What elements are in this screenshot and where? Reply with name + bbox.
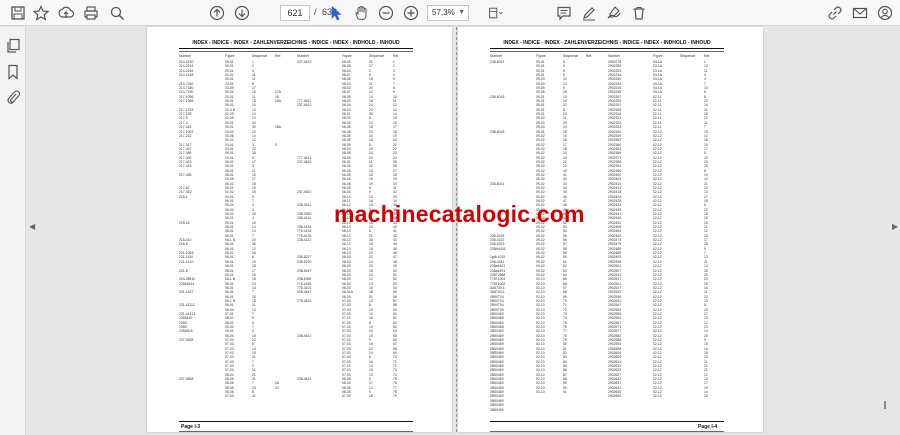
col-header-sequence-2: Sequence xyxy=(369,54,385,58)
page-number-input[interactable]: 621 xyxy=(280,5,310,21)
collapse-left-arrow-icon[interactable]: ◀ xyxy=(29,222,35,231)
col-header-ref: Ref. xyxy=(275,54,282,58)
account-icon[interactable] xyxy=(876,4,894,22)
index-header: INDEX - INDICE - INDEX - ZAHLENVERZEICHN… xyxy=(503,40,711,46)
zoom-in-icon[interactable] xyxy=(402,4,420,22)
col-header-ref: Ref. xyxy=(586,54,593,58)
col-header-figure: Figure xyxy=(536,54,546,58)
index-column-ref-2: 1 10 11 3 4 7 13 6 8 20 14 21 18 22 11 7… xyxy=(704,60,708,399)
zoom-level-value: 57,3% xyxy=(432,8,455,17)
hand-icon[interactable] xyxy=(352,4,370,22)
top-toolbar: 621 / 638 57,3% ▼ xyxy=(0,0,900,26)
email-icon[interactable] xyxy=(851,4,869,22)
attachments-icon[interactable] xyxy=(5,89,21,105)
print-icon[interactable] xyxy=(82,4,100,22)
index-column-number-2: 2902278 2902289 2902203 2902234 2902240 … xyxy=(608,60,622,399)
footer-rule xyxy=(490,421,724,422)
col-header-number: Number xyxy=(490,54,503,58)
index-column-sequence-2: 21 17 2 8 15 11 20 12 14 18 24 22 35 8 1… xyxy=(369,60,373,399)
zoom-search-icon[interactable] xyxy=(108,4,126,22)
index-column-figure-2: 08-05 08-05 06-04 08-07 08-05 08-03 08-0… xyxy=(342,60,353,399)
col-header-sequence: Sequence xyxy=(252,54,268,58)
header-rule-thin xyxy=(179,51,413,52)
left-navigation-panel xyxy=(0,27,26,435)
col-header-number: Number xyxy=(179,54,192,58)
footer-rule-thin xyxy=(490,431,724,432)
share-link-icon[interactable] xyxy=(826,4,844,22)
page-footer-label: Page I-4 xyxy=(698,424,718,430)
highlight-pen-icon[interactable] xyxy=(580,4,598,22)
col-header-ref-2: Ref. xyxy=(393,54,400,58)
bookmark-star-icon[interactable] xyxy=(32,4,50,22)
footer-rule-thin xyxy=(179,431,413,432)
comment-icon[interactable] xyxy=(555,4,573,22)
header-rule-thin xyxy=(490,51,724,52)
index-column-ref: 17A 18 18A 18A 3 2A 24 xyxy=(275,90,282,390)
chevron-down-icon: ▼ xyxy=(458,9,465,16)
document-page-left: INDEX - INDICE - INDEX - ZAHLENVERZEICHN… xyxy=(147,27,452,432)
col-header-figure: Figure xyxy=(225,54,235,58)
upload-icon[interactable] xyxy=(57,4,75,22)
document-page-right: INDEX - INDICE - INDEX - ZAHLENVERZEICHN… xyxy=(458,27,763,432)
page-separator: / xyxy=(314,7,317,17)
header-rule xyxy=(490,48,724,49)
col-header-figure-2: Figure xyxy=(653,54,663,58)
index-header: INDEX - INDICE - INDEX - ZAHLENVERZEICHN… xyxy=(192,40,400,46)
select-cursor-icon[interactable] xyxy=(327,4,345,22)
page-footer-label: Page I-3 xyxy=(181,424,201,430)
index-column-ref-2: 1 2 3 4 5 7 8 9 10 11 12 13 14 15 16 17 … xyxy=(393,60,397,399)
col-header-sequence-2: Sequence xyxy=(680,54,696,58)
zoom-level-select[interactable]: 57,3% ▼ xyxy=(427,5,469,21)
thumbnails-icon[interactable] xyxy=(5,38,21,54)
page-fit-icon[interactable] xyxy=(484,4,508,22)
col-header-ref-2: Ref. xyxy=(704,54,711,58)
header-rule xyxy=(179,48,413,49)
col-header-figure-2: Figure xyxy=(342,54,352,58)
index-column-sequence: 1 2 4 41 11 8 17 15 11 18 24 12 14 20 34… xyxy=(252,60,256,399)
page-up-icon[interactable] xyxy=(208,4,226,22)
watermark-text: machinecatalogic.com xyxy=(334,201,585,227)
scrollbar-thumb[interactable] xyxy=(884,401,886,409)
bookmarks-icon[interactable] xyxy=(5,64,21,80)
page-down-icon[interactable] xyxy=(233,4,251,22)
draw-icon[interactable] xyxy=(605,4,623,22)
index-column-figure-2: 03-1A 03-1A 03-1A 03-1A 03-1A 03-1A 03-1… xyxy=(653,60,663,399)
page-divider xyxy=(456,27,457,432)
index-column-number: 214-2130 214-2143 214-2146 214-2148 214-… xyxy=(179,60,196,382)
delete-icon[interactable] xyxy=(630,4,648,22)
index-column-number: 238-6014 238-6016 238-6018 238-6021 238-… xyxy=(490,60,506,412)
col-header-sequence: Sequence xyxy=(563,54,579,58)
index-column-number-2: 237-4610 777-4611 237-4612 777-4614 237-… xyxy=(297,60,312,382)
save-icon[interactable] xyxy=(9,4,27,22)
col-header-number-2: Number xyxy=(297,54,310,58)
col-header-number-2: Number xyxy=(608,54,621,58)
expand-right-arrow-icon[interactable]: ▶ xyxy=(892,222,898,231)
index-column-figure: 09-01 09-01 09-01 02-02 09-01 23-01 03-0… xyxy=(225,60,235,399)
footer-rule xyxy=(179,421,413,422)
zoom-out-icon[interactable] xyxy=(377,4,395,22)
